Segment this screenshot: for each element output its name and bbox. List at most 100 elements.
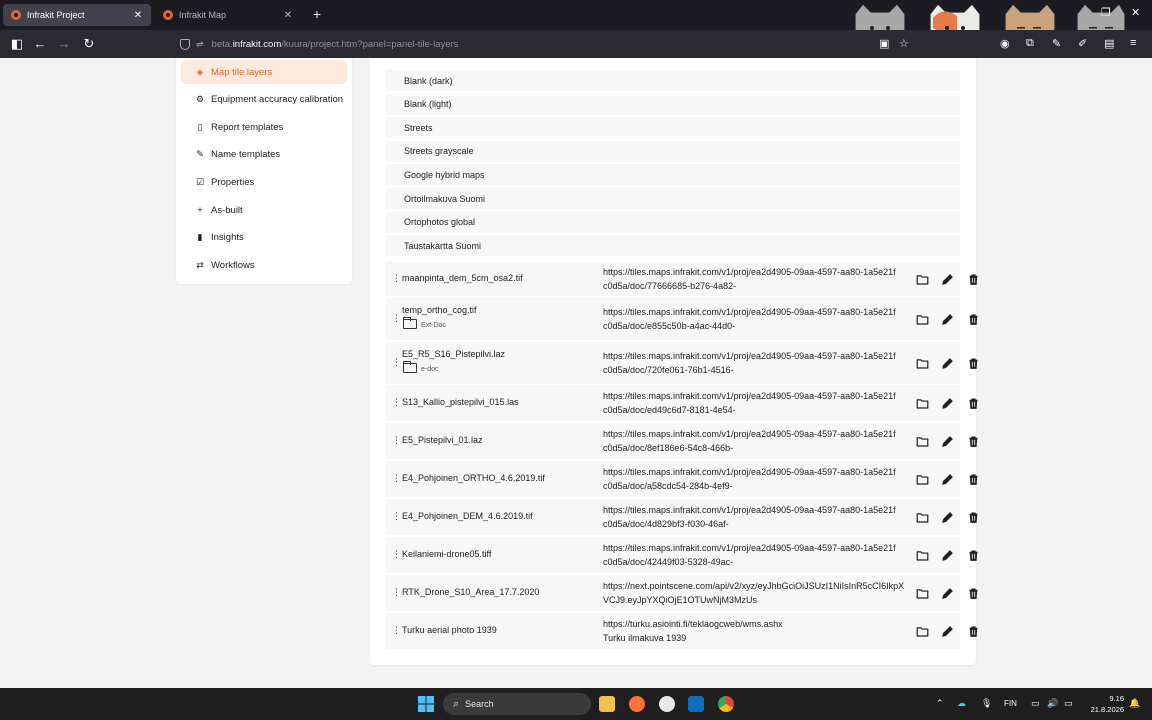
folder-icon[interactable]: [914, 547, 930, 563]
folder-icon[interactable]: [914, 509, 930, 525]
taskbar-search[interactable]: ⌕ Search: [443, 693, 591, 715]
edit-pencil-icon[interactable]: [939, 395, 955, 411]
tray-chevron-up-icon[interactable]: ⌃: [936, 698, 944, 709]
delete-trash-icon[interactable]: [965, 585, 981, 601]
edit-pencil-icon[interactable]: [939, 355, 955, 371]
permissions-icon[interactable]: ⇌: [196, 39, 204, 50]
drag-handle-icon[interactable]: ⋮: [392, 625, 401, 636]
windows-start-icon[interactable]: [418, 696, 434, 712]
drag-handle-icon[interactable]: ⋮: [392, 313, 401, 324]
folder-icon[interactable]: [914, 585, 930, 601]
tile-layer-row[interactable]: ⋮ E5_R5_S16_Pistepilvi.laz e-doc https://ti…: [386, 342, 978, 384]
tab-infrakit-project[interactable]: Infrakit Project ✕: [3, 4, 151, 26]
folder-icon[interactable]: [914, 271, 930, 287]
language-indicator[interactable]: FIN: [1004, 699, 1017, 708]
folder-icon[interactable]: [914, 355, 930, 371]
extension-brush-icon[interactable]: ✎: [1052, 37, 1061, 50]
delete-trash-icon[interactable]: [965, 547, 981, 563]
delete-trash-icon[interactable]: [965, 271, 981, 287]
drag-handle-icon[interactable]: ⋮: [392, 397, 401, 408]
account-icon[interactable]: ◉: [1000, 37, 1010, 50]
tracking-shield-icon[interactable]: [180, 38, 190, 50]
forward-icon[interactable]: →: [56, 36, 72, 51]
file-explorer-icon[interactable]: [599, 696, 615, 712]
notification-bell-icon[interactable]: 🔔: [1129, 698, 1140, 709]
reader-view-icon[interactable]: ▣: [879, 37, 889, 50]
base-layer-row[interactable]: Ortophotos global: [386, 211, 960, 233]
battery-icon[interactable]: ▭: [1064, 698, 1073, 709]
edit-pencil-icon[interactable]: [939, 509, 955, 525]
drag-handle-icon[interactable]: ⋮: [392, 549, 401, 560]
maximize-icon[interactable]: ❐: [1101, 6, 1111, 19]
tile-layer-row[interactable]: ⋮ RTK_Drone_S10_Area_17.7.2020 https://nex…: [386, 575, 978, 611]
folder-icon[interactable]: [914, 395, 930, 411]
reload-icon[interactable]: ↻: [81, 36, 97, 52]
microphone-icon[interactable]: 🎙: [981, 698, 992, 709]
drag-handle-icon[interactable]: ⋮: [392, 273, 401, 284]
drag-handle-icon[interactable]: ⋮: [392, 511, 401, 522]
delete-trash-icon[interactable]: [965, 355, 981, 371]
firefox-icon[interactable]: [629, 696, 645, 712]
base-layer-row[interactable]: Streets grayscale: [386, 140, 960, 162]
url-bar[interactable]: ⇌ beta.infrakit.com/kuura/project.htm?pa…: [180, 33, 840, 55]
base-layer-row[interactable]: Google hybrid maps: [386, 164, 960, 186]
back-icon[interactable]: ←: [32, 36, 48, 51]
sidebar-item[interactable]: ▮ Insights: [181, 226, 347, 250]
edit-pencil-icon[interactable]: [939, 471, 955, 487]
outlook-icon[interactable]: [688, 696, 704, 712]
close-window-icon[interactable]: ✕: [1131, 6, 1140, 19]
edit-pencil-icon[interactable]: [939, 271, 955, 287]
delete-trash-icon[interactable]: [965, 395, 981, 411]
drag-handle-icon[interactable]: ⋮: [392, 357, 401, 368]
edit-pencil-icon[interactable]: [939, 547, 955, 563]
edit-pencil-icon[interactable]: [939, 585, 955, 601]
tile-layer-row[interactable]: ⋮ E4_Pohjoinen_ORTHO_4.6.2019.tif https://…: [386, 461, 978, 497]
drag-handle-icon[interactable]: ⋮: [392, 473, 401, 484]
tab-infrakit-map[interactable]: Infrakit Map ✕: [155, 4, 301, 26]
tile-layer-row[interactable]: ⋮ Turku aerial photo 1939 https://turku.as…: [386, 613, 978, 649]
tile-layer-row[interactable]: ⋮ Keilaniemi-drone05.tiff https://tiles.ma…: [386, 537, 978, 573]
sidebar-item[interactable]: ⇄ Workflows: [181, 253, 347, 277]
delete-trash-icon[interactable]: [965, 311, 981, 327]
delete-trash-icon[interactable]: [965, 623, 981, 639]
chrome-icon[interactable]: [718, 696, 734, 712]
tile-layer-row[interactable]: ⋮ temp_ortho_cog.tif Ext-Doc https://tiles.…: [386, 298, 978, 340]
tile-layer-row[interactable]: ⋮ E5_Pistepilvi_01.laz https://tiles.maps.…: [386, 423, 978, 459]
folder-icon[interactable]: [914, 433, 930, 449]
extensions-icon[interactable]: ⧉: [1026, 37, 1034, 50]
drag-handle-icon[interactable]: ⋮: [392, 587, 401, 598]
menu-icon[interactable]: ≡: [1130, 37, 1136, 49]
sidebar-item[interactable]: ▯ Report templates: [181, 115, 347, 139]
base-layer-row[interactable]: Blank (dark): [386, 70, 960, 91]
folder-icon[interactable]: [914, 311, 930, 327]
delete-trash-icon[interactable]: [965, 509, 981, 525]
close-tab-icon[interactable]: ✕: [283, 10, 293, 21]
close-tab-icon[interactable]: ✕: [133, 10, 143, 21]
network-icon[interactable]: ▭: [1031, 698, 1040, 709]
extension-feather-icon[interactable]: ✐: [1078, 37, 1087, 50]
edit-pencil-icon[interactable]: [939, 433, 955, 449]
delete-trash-icon[interactable]: [965, 471, 981, 487]
tile-layer-row[interactable]: ⋮ maanpinta_dem_5cm_osa2.tif https://tiles…: [386, 262, 978, 296]
folder-icon[interactable]: [914, 471, 930, 487]
new-tab-button[interactable]: +: [309, 6, 325, 22]
bookmark-star-icon[interactable]: ☆: [899, 37, 909, 50]
clock[interactable]: 9.16 21.8.2026: [1084, 693, 1124, 715]
sidebar-item[interactable]: ☑ Properties: [181, 170, 347, 194]
drag-handle-icon[interactable]: ⋮: [392, 435, 401, 446]
sidebar-item[interactable]: ✎ Name templates: [181, 143, 347, 167]
base-layer-row[interactable]: Blank (light): [386, 93, 960, 115]
base-layer-row[interactable]: Taustakartta Suomi: [386, 235, 960, 257]
tile-layer-row[interactable]: ⋮ E4_Pohjoinen_DEM_4.6.2019.tif https://ti…: [386, 499, 978, 535]
sidebar-item[interactable]: + As-built: [181, 198, 347, 222]
base-layer-row[interactable]: Streets: [386, 117, 960, 139]
sidebar-item[interactable]: ◈ Map tile layers: [181, 60, 347, 84]
base-layer-row[interactable]: Ortoilmakuva Suomi: [386, 188, 960, 209]
folder-icon[interactable]: [914, 623, 930, 639]
onedrive-cloud-icon[interactable]: ☁: [957, 698, 966, 709]
sidebar-item[interactable]: ⚙ Equipment accuracy calibration: [181, 88, 347, 112]
extension-badge-icon[interactable]: ▤: [1104, 37, 1114, 50]
volume-icon[interactable]: 🔊: [1047, 698, 1058, 709]
sidebar-toggle-icon[interactable]: ◧: [9, 36, 25, 52]
delete-trash-icon[interactable]: [965, 433, 981, 449]
